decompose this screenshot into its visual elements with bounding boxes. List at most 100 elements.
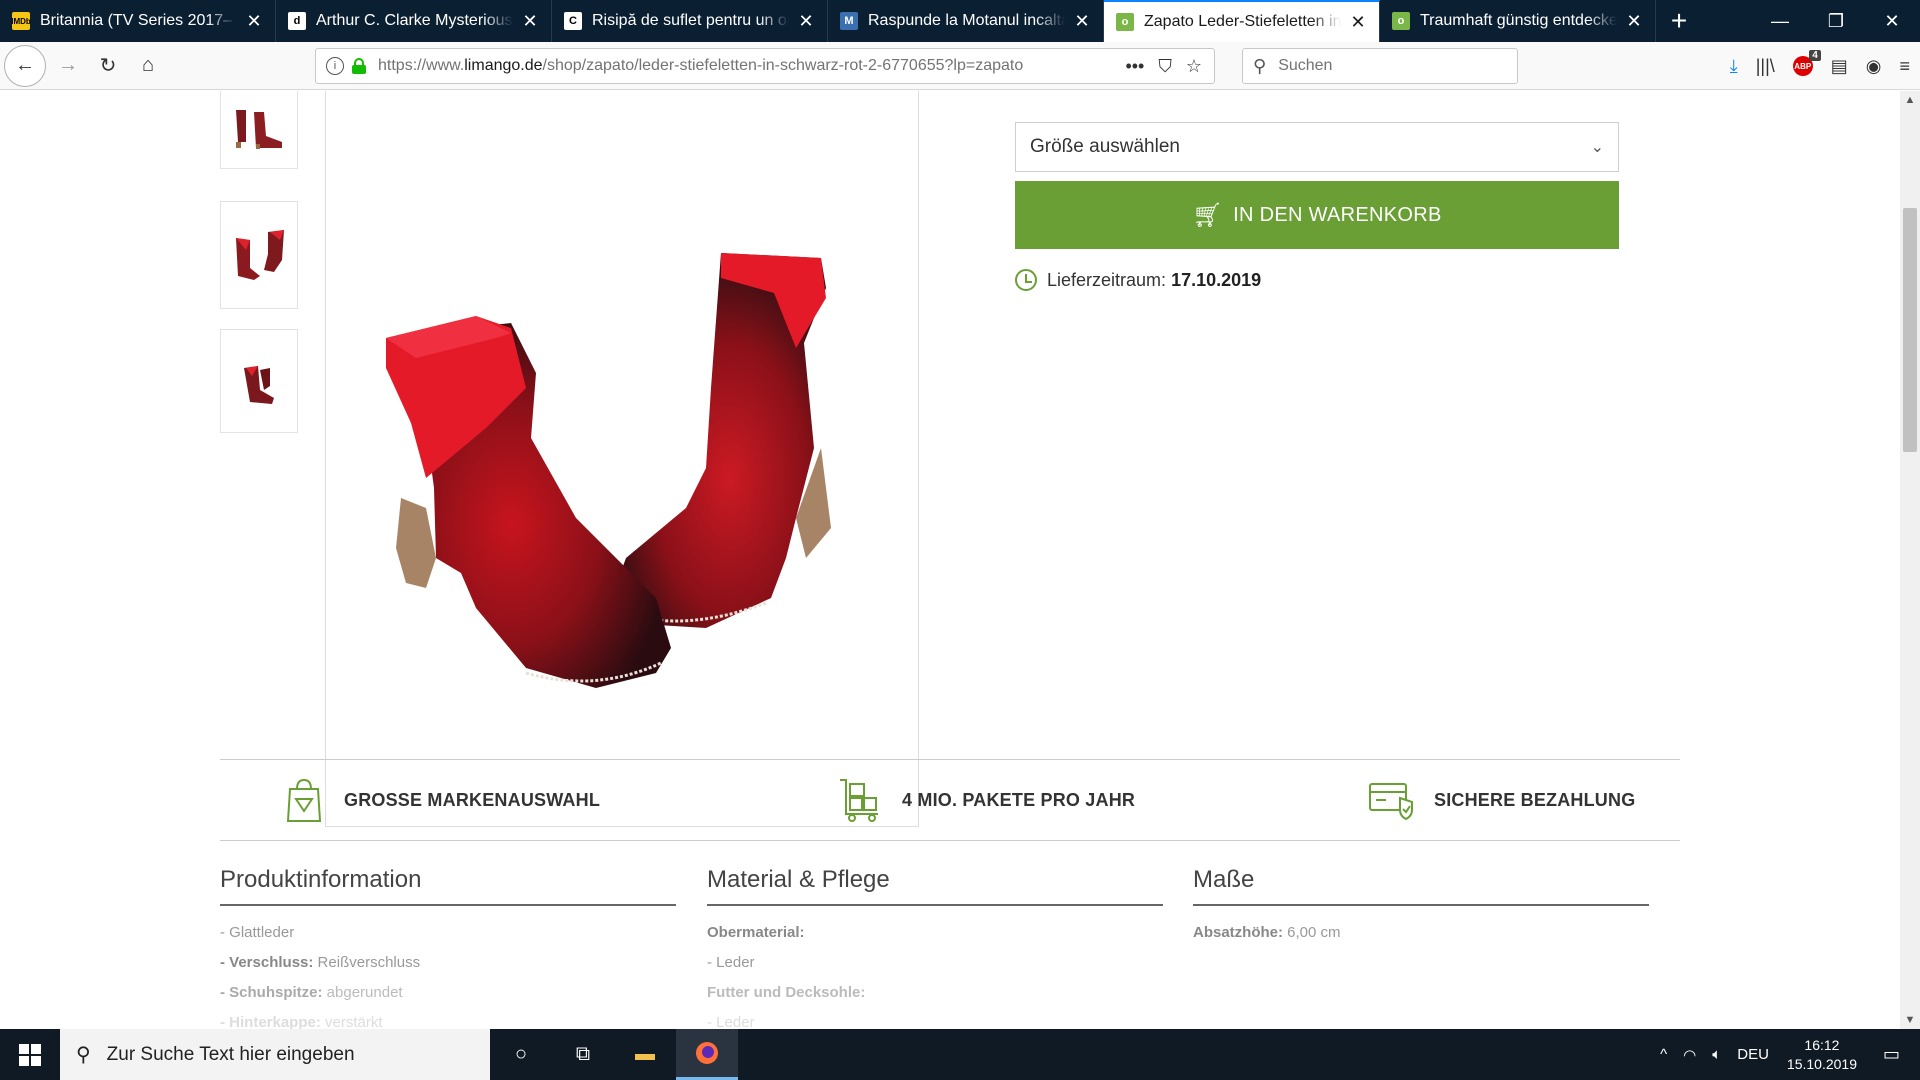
size-select-label: Größe auswählen [1030, 136, 1180, 157]
forward-button[interactable]: → [50, 48, 86, 84]
clock-time: 16:12 [1804, 1036, 1840, 1053]
tab-zapato-active[interactable]: o Zapato Leder-Stiefeletten in Schwarz ✕ [1104, 0, 1380, 42]
usp-bar: GROSSE MARKENAUSWAHL 4 MIO. PAKETE PRO J… [220, 759, 1680, 841]
cart-icon: 🛒︎ [1192, 201, 1224, 229]
adblock-badge: 4 [1809, 50, 1821, 61]
product-thumbnail-2[interactable] [220, 201, 298, 309]
d-favicon-icon: d [288, 12, 306, 30]
file-explorer-icon[interactable]: ▬ [614, 1029, 676, 1080]
cortana-icon[interactable]: ○ [490, 1029, 552, 1080]
sidebar-icon[interactable]: ▤ [1831, 56, 1848, 77]
tab-title: Arthur C. Clarke Mysterious World [316, 12, 513, 29]
network-icon[interactable]: ◠ [1683, 1046, 1696, 1064]
list-item: - Hinterkappe: verstärkt [220, 1008, 676, 1029]
search-icon: ⚲ [76, 1044, 91, 1066]
tab-title: Traumhaft günstig entdecken [1420, 12, 1617, 29]
list-item: - Leder [707, 1008, 1163, 1029]
pocket-icon[interactable]: ⛉ [1158, 56, 1172, 77]
search-placeholder: Suchen [1278, 57, 1333, 74]
product-main-image[interactable] [325, 91, 919, 827]
close-tab-icon[interactable]: ✕ [521, 11, 539, 32]
limango-favicon-icon: o [1116, 13, 1134, 31]
product-thumbnail-3[interactable] [220, 329, 298, 433]
add-to-cart-button[interactable]: 🛒︎ IN DEN WARENKORB [1015, 181, 1619, 249]
close-tab-icon[interactable]: ✕ [1349, 12, 1367, 33]
delivery-label: Lieferzeitraum: [1047, 269, 1167, 290]
home-button[interactable]: ⌂ [130, 48, 166, 84]
account-icon[interactable]: ◉ [1866, 56, 1882, 77]
tab-strip: IMDb Britannia (TV Series 2017– ) - IMDb… [0, 0, 1920, 42]
task-view-icon[interactable]: ⧉ [552, 1029, 614, 1080]
tray-chevron-up-icon[interactable]: ^ [1660, 1046, 1667, 1063]
scroll-up-icon[interactable]: ▲ [1900, 91, 1920, 109]
lock-icon[interactable] [352, 58, 366, 74]
product-thumbnail-1[interactable] [220, 91, 298, 169]
item-value: verstärkt [320, 1014, 383, 1029]
tab-imdb[interactable]: IMDb Britannia (TV Series 2017– ) - IMDb… [0, 0, 276, 42]
page-actions-icon[interactable]: ••• [1125, 56, 1144, 77]
bookmark-star-icon[interactable]: ☆ [1186, 56, 1202, 77]
limango-favicon-icon: o [1392, 12, 1410, 30]
item-key: Absatzhöhe: [1193, 924, 1283, 941]
tab-title: Risipă de suflet pentru un om [592, 12, 789, 29]
close-window-icon[interactable]: ✕ [1864, 0, 1920, 42]
usp-secure-payment: SICHERE BEZAHLUNG [1368, 780, 1635, 820]
size-select[interactable]: Größe auswählen ⌄ [1015, 122, 1619, 172]
url-path: /shop/zapato/leder-stiefeletten-in-schwa… [542, 57, 1024, 74]
new-tab-button[interactable]: + [1656, 0, 1702, 42]
address-bar[interactable]: i https://www.limango.de/shop/zapato/led… [315, 48, 1215, 84]
search-input[interactable]: ⚲ Suchen [1242, 48, 1518, 84]
taskbar-search-placeholder: Zur Suche Text hier eingeben [106, 1043, 355, 1065]
menu-icon[interactable]: ≡ [1899, 56, 1910, 77]
material-care-heading: Material & Pflege [707, 866, 1163, 906]
close-tab-icon[interactable]: ✕ [797, 11, 815, 32]
library-icon[interactable]: |||\ [1756, 56, 1775, 77]
notifications-icon[interactable]: ▭ [1883, 1044, 1900, 1065]
scroll-down-icon[interactable]: ▼ [1900, 1011, 1920, 1029]
item-key: - Schuhspitze: [220, 984, 323, 1001]
add-to-cart-label: IN DEN WARENKORB [1233, 203, 1442, 226]
dimensions-column: Maße Absatzhöhe: 6,00 cm [1193, 866, 1649, 948]
tab-risipa[interactable]: C Risipă de suflet pentru un om ✕ [552, 0, 828, 42]
item-value: - Leder [707, 954, 755, 971]
url-text[interactable]: https://www.limango.de/shop/zapato/leder… [378, 57, 1113, 75]
close-tab-icon[interactable]: ✕ [1073, 11, 1091, 32]
minimize-icon[interactable]: — [1752, 0, 1808, 42]
close-tab-icon[interactable]: ✕ [1625, 11, 1643, 32]
boot-thumbnail-image [236, 110, 282, 149]
adblock-icon[interactable]: ABP 4 [1792, 50, 1821, 76]
taskbar-search-input[interactable]: ⚲ Zur Suche Text hier eingeben [60, 1029, 490, 1080]
clock[interactable]: 16:12 15.10.2019 [1787, 1036, 1857, 1074]
tab-arthur-clarke[interactable]: d Arthur C. Clarke Mysterious World ✕ [276, 0, 552, 42]
windows-logo-icon [19, 1043, 41, 1066]
close-tab-icon[interactable]: ✕ [245, 11, 263, 32]
product-info-heading: Produktinformation [220, 866, 676, 906]
item-key: Obermaterial: [707, 924, 805, 941]
back-button[interactable]: ← [4, 44, 46, 87]
download-icon[interactable]: ⤓ [1730, 56, 1738, 77]
site-info-icon[interactable]: i [326, 57, 344, 75]
list-item: Futter und Decksohle: [707, 978, 1163, 1008]
shopping-bag-diamond-icon [286, 778, 322, 822]
list-item: - Verschluss: Reißverschluss [220, 948, 676, 978]
restore-icon[interactable]: ❐ [1808, 0, 1864, 42]
firefox-icon[interactable] [676, 1029, 738, 1080]
url-prefix: https://www. [378, 57, 465, 74]
dimensions-heading: Maße [1193, 866, 1649, 906]
tab-motanul[interactable]: M Raspunde la Motanul incaltat ✕ [828, 0, 1104, 42]
volume-icon[interactable]: 🔈︎ [1712, 1046, 1721, 1063]
tab-traumhaft[interactable]: o Traumhaft günstig entdecken ✕ [1380, 0, 1656, 42]
clock-icon [1015, 269, 1037, 291]
language-indicator[interactable]: DEU [1737, 1046, 1769, 1063]
page-scrollbar[interactable]: ▲ ▼ [1900, 91, 1920, 1029]
tab-title: Raspunde la Motanul incaltat [868, 12, 1065, 29]
toolbar-icons: ⤓ |||\ ABP 4 ▤ ◉ ≡ [1730, 48, 1910, 84]
system-tray: ^ ◠ 🔈︎ DEU 16:12 15.10.2019 ▭ [1652, 1029, 1920, 1080]
usp-label: GROSSE MARKENAUSWAHL [344, 789, 601, 810]
start-button[interactable] [0, 1029, 60, 1080]
reload-button[interactable]: ↻ [90, 48, 126, 84]
usp-label: SICHERE BEZAHLUNG [1434, 789, 1636, 810]
boot-thumbnail-image [244, 366, 274, 404]
list-item: - Glattleder [220, 918, 676, 948]
scrollbar-thumb[interactable] [1903, 208, 1917, 452]
